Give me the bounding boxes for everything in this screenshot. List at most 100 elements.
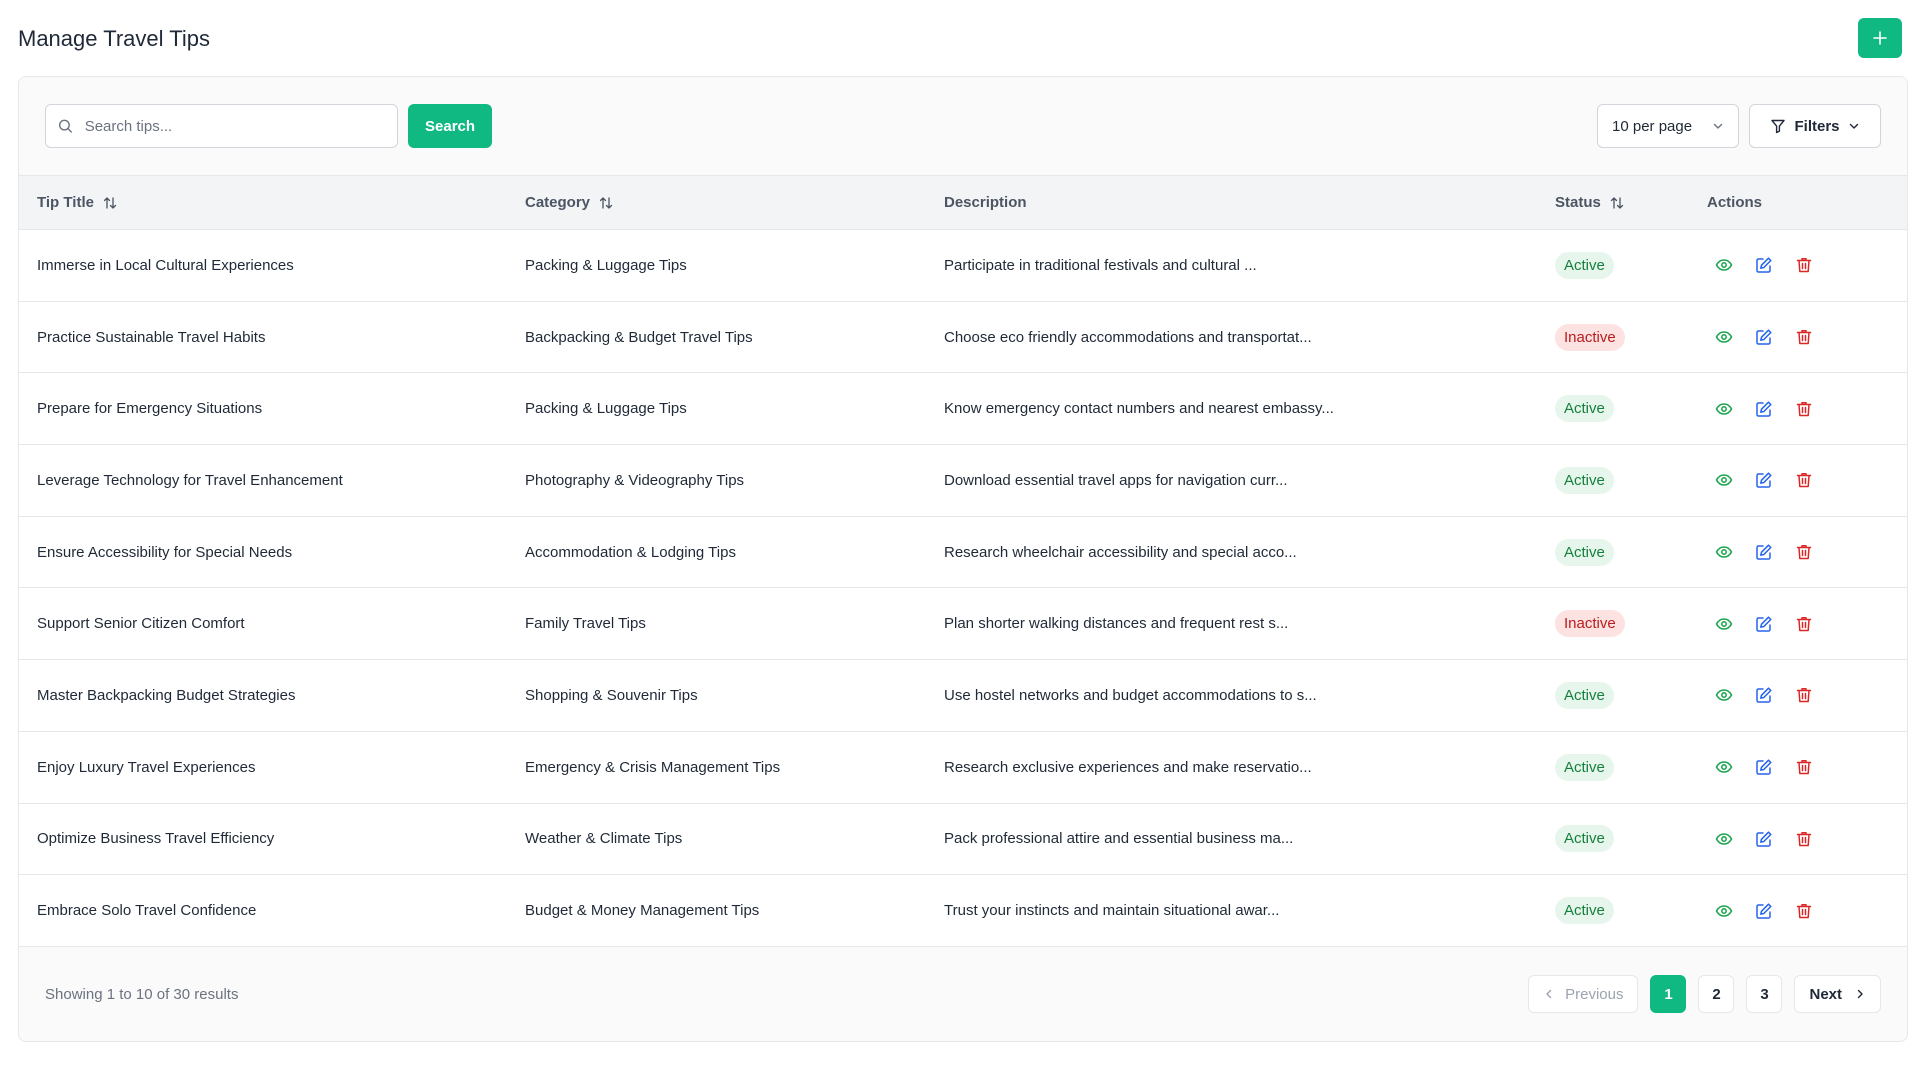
tips-card: Search 10 per page Filters <box>18 76 1908 1042</box>
edit-icon[interactable] <box>1755 615 1773 633</box>
category-cell: Shopping & Souvenir Tips <box>525 686 698 704</box>
add-tip-button[interactable] <box>1858 18 1902 58</box>
trash-icon[interactable] <box>1795 328 1813 346</box>
search-input[interactable] <box>84 117 385 135</box>
per-page-select[interactable]: 10 per page <box>1597 104 1739 148</box>
actions-cell <box>1689 301 1907 373</box>
tips-table: Tip Title Category Description Status Ac… <box>19 175 1907 947</box>
row-actions <box>1707 902 1889 920</box>
chevron-down-icon <box>1849 123 1858 129</box>
status-badge: Active <box>1555 251 1614 279</box>
previous-label: Previous <box>1565 985 1624 1003</box>
column-header-title[interactable]: Tip Title <box>19 176 507 230</box>
trash-icon[interactable] <box>1795 758 1813 776</box>
row-actions <box>1707 543 1889 561</box>
trash-icon[interactable] <box>1795 256 1813 274</box>
eye-icon[interactable] <box>1715 400 1733 418</box>
edit-icon[interactable] <box>1755 400 1773 418</box>
chevron-left-icon <box>1546 990 1552 999</box>
search-box[interactable] <box>45 104 398 148</box>
category-cell: Weather & Climate Tips <box>525 830 683 848</box>
page-button-1[interactable]: 1 <box>1650 975 1687 1014</box>
eye-icon[interactable] <box>1715 328 1733 346</box>
table-row: Immerse in Local Cultural Experiences Pac… <box>19 230 1907 302</box>
status-badge: Active <box>1555 395 1614 423</box>
tip-title-cell: Support Senior Citizen Comfort <box>37 615 245 633</box>
column-header-status[interactable]: Status <box>1537 176 1689 230</box>
status-cell: Active <box>1537 660 1689 732</box>
trash-icon[interactable] <box>1795 543 1813 561</box>
status-badge: Inactive <box>1555 323 1625 351</box>
filters-button[interactable]: Filters <box>1749 104 1881 148</box>
column-header-category[interactable]: Category <box>507 176 926 230</box>
description-cell: Pack professional attire and essential b… <box>944 830 1294 848</box>
edit-icon[interactable] <box>1755 256 1773 274</box>
eye-icon[interactable] <box>1715 471 1733 489</box>
eye-icon[interactable] <box>1715 830 1733 848</box>
status-cell: Inactive <box>1537 588 1689 660</box>
trash-icon[interactable] <box>1795 471 1813 489</box>
table-row: Support Senior Citizen Comfort Family Tra… <box>19 588 1907 660</box>
category-cell: Packing & Luggage Tips <box>525 400 687 418</box>
status-cell: Active <box>1537 516 1689 588</box>
actions-cell <box>1689 660 1907 732</box>
description-cell: Research exclusive experiences and make … <box>944 758 1312 776</box>
edit-icon[interactable] <box>1755 543 1773 561</box>
row-actions <box>1707 615 1889 633</box>
actions-cell <box>1689 445 1907 517</box>
tip-title-cell: Ensure Accessibility for Special Needs <box>37 543 293 561</box>
row-actions <box>1707 328 1889 346</box>
status-badge: Active <box>1555 681 1614 709</box>
category-cell: Packing & Luggage Tips <box>525 256 687 274</box>
row-actions <box>1707 400 1889 418</box>
status-cell: Active <box>1537 373 1689 445</box>
status-cell: Active <box>1537 445 1689 517</box>
table-row: Leverage Technology for Travel Enhanceme… <box>19 445 1907 517</box>
edit-icon[interactable] <box>1755 471 1773 489</box>
page-button-3[interactable]: 3 <box>1746 975 1783 1014</box>
edit-icon[interactable] <box>1755 830 1773 848</box>
trash-icon[interactable] <box>1795 686 1813 704</box>
sort-icon <box>599 196 613 209</box>
actions-cell <box>1689 803 1907 875</box>
search-button[interactable]: Search <box>408 104 493 148</box>
description-cell: Research wheelchair accessibility and sp… <box>944 543 1297 561</box>
table-row: Prepare for Emergency Situations Packing … <box>19 373 1907 445</box>
actions-cell <box>1689 230 1907 302</box>
tip-title-cell: Master Backpacking Budget Strategies <box>37 686 296 704</box>
table-header: Tip Title Category Description Status Ac… <box>19 175 1907 230</box>
tip-title-cell: Prepare for Emergency Situations <box>37 400 263 418</box>
column-header-label: Tip Title <box>37 194 94 211</box>
trash-icon[interactable] <box>1795 902 1813 920</box>
edit-icon[interactable] <box>1755 686 1773 704</box>
edit-icon[interactable] <box>1755 328 1773 346</box>
table-row: Embrace Solo Travel Confidence Budget & M… <box>19 875 1907 947</box>
row-actions <box>1707 686 1889 704</box>
table-row: Enjoy Luxury Travel Experiences Emergency… <box>19 731 1907 803</box>
description-cell: Choose eco friendly accommodations and t… <box>944 328 1312 346</box>
trash-icon[interactable] <box>1795 400 1813 418</box>
edit-icon[interactable] <box>1755 758 1773 776</box>
status-cell: Inactive <box>1537 301 1689 373</box>
row-actions <box>1707 830 1889 848</box>
eye-icon[interactable] <box>1715 256 1733 274</box>
page-button-2[interactable]: 2 <box>1698 975 1735 1014</box>
table-row: Optimize Business Travel Efficiency Weath… <box>19 803 1907 875</box>
tip-title-cell: Enjoy Luxury Travel Experiences <box>37 758 256 776</box>
filter-icon <box>1771 119 1786 134</box>
trash-icon[interactable] <box>1795 615 1813 633</box>
toolbar-left: Search <box>45 104 493 148</box>
next-page-button[interactable]: Next <box>1794 975 1881 1014</box>
edit-icon[interactable] <box>1755 902 1773 920</box>
eye-icon[interactable] <box>1715 686 1733 704</box>
previous-page-button[interactable]: Previous <box>1528 975 1639 1014</box>
eye-icon[interactable] <box>1715 902 1733 920</box>
status-badge: Inactive <box>1555 610 1625 638</box>
eye-icon[interactable] <box>1715 543 1733 561</box>
trash-icon[interactable] <box>1795 830 1813 848</box>
description-cell: Participate in traditional festivals and… <box>944 256 1257 274</box>
column-header-actions: Actions <box>1707 194 1763 211</box>
eye-icon[interactable] <box>1715 758 1733 776</box>
actions-cell <box>1689 516 1907 588</box>
eye-icon[interactable] <box>1715 615 1733 633</box>
